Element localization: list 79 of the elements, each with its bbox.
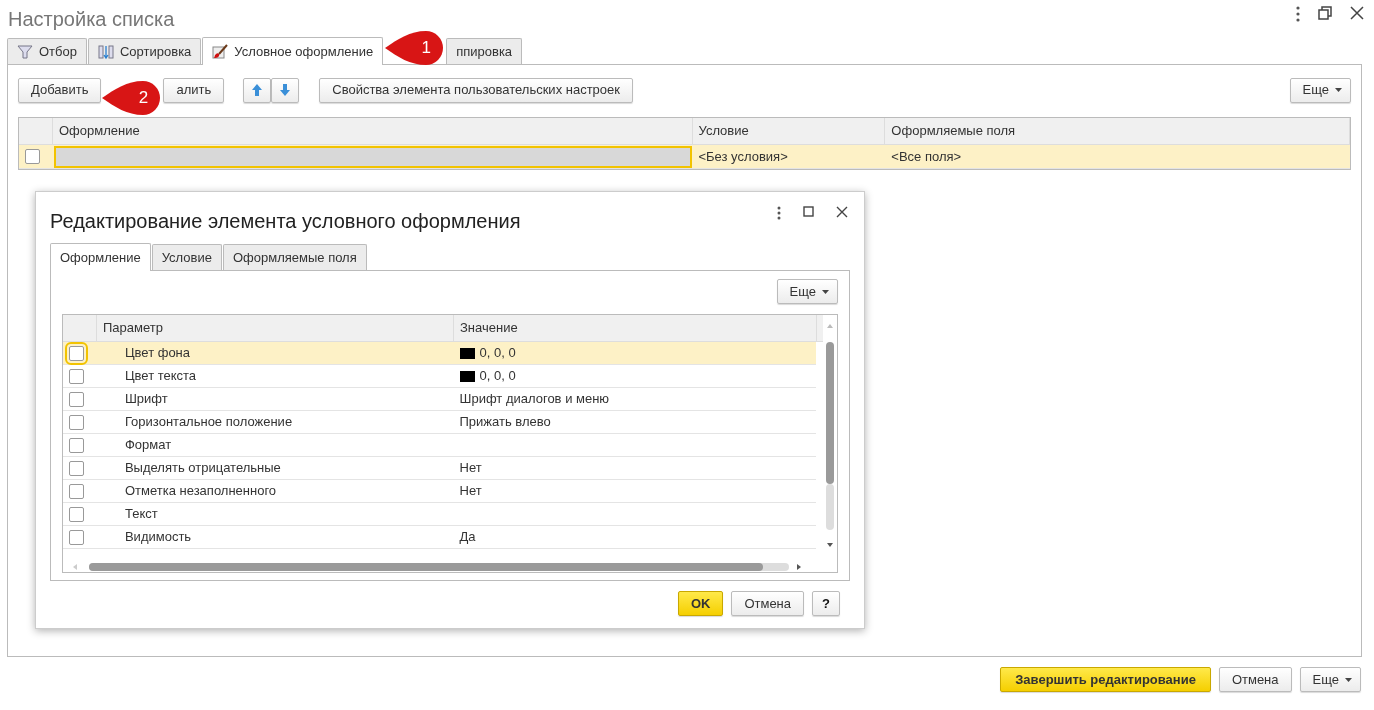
close-icon[interactable] [836, 206, 848, 218]
table-cell-text: 0, 0, 0 [479, 367, 516, 386]
column-header[interactable]: Значение [454, 315, 817, 341]
checkbox[interactable] [69, 483, 84, 499]
column-header[interactable]: Параметр [97, 315, 454, 341]
table-cell-text: 0, 0, 0 [479, 344, 516, 363]
column-header[interactable]: Условие [692, 118, 886, 144]
sort-icon [98, 43, 114, 60]
more-icon[interactable] [777, 206, 781, 220]
cancel-button[interactable]: Отмена [731, 591, 805, 616]
filter-icon [17, 43, 33, 60]
table-cell-text: Формат [123, 436, 173, 455]
caret-icon [1345, 677, 1352, 682]
table-cell-text: Нет [459, 459, 482, 478]
tab[interactable]: Оформление [50, 243, 151, 271]
caret-icon [822, 289, 829, 294]
window-title: Настройка списка [8, 7, 175, 32]
checkbox[interactable] [69, 368, 84, 384]
move-up-button[interactable] [243, 77, 272, 103]
edit-field[interactable] [54, 145, 692, 168]
table-cell-text: Горизонтальное положение [123, 413, 294, 432]
table-cell-text: Да [459, 528, 476, 547]
table-row[interactable]: Текст [63, 503, 816, 526]
more-button[interactable]: Еще [776, 279, 838, 304]
brush-icon [212, 43, 229, 60]
arrow-up-icon [251, 83, 264, 97]
close-icon[interactable] [1350, 6, 1364, 20]
checkbox[interactable] [69, 437, 84, 453]
ok-button[interactable]: OK [677, 591, 724, 616]
column-header[interactable]: Оформляемые поля [885, 118, 1350, 144]
table-row[interactable]: Цвет фона 0, 0, 0 [63, 342, 816, 365]
dialog-title: Редактирование элемента условного оформления [50, 208, 521, 234]
table-cell-text: Цвет фона [123, 344, 192, 363]
column-header[interactable]: Оформление [53, 118, 693, 144]
add-button[interactable]: Добавить [18, 77, 102, 103]
tab[interactable]: Сортировка [88, 38, 202, 64]
table-row[interactable]: Шрифт Шрифт диалогов и меню [63, 388, 816, 411]
table-row[interactable]: Цвет текста 0, 0, 0 [63, 365, 816, 388]
table-cell-text: Цвет текста [123, 367, 198, 386]
checkbox[interactable] [25, 149, 40, 164]
tab[interactable]: Условие [151, 244, 222, 270]
arrow-down-icon [279, 83, 292, 97]
tab[interactable]: Условное оформление [202, 37, 384, 65]
table-cell-text: Отметка незаполненного [123, 482, 278, 501]
help-button[interactable]: ? [812, 591, 840, 616]
checkbox[interactable] [69, 529, 84, 545]
table-cell-text: Прижать влево [459, 413, 551, 432]
table-row[interactable]: Выделять отрицательные Нет [63, 457, 816, 480]
move-down-button[interactable] [271, 77, 300, 103]
caret-icon [1335, 88, 1342, 92]
checkbox[interactable] [69, 460, 84, 476]
tab[interactable]: ппировка [446, 38, 523, 64]
tab[interactable]: Оформляемые поля [222, 244, 367, 270]
table-cell-text: Шрифт [123, 390, 169, 409]
more-button[interactable]: Еще [1289, 77, 1351, 103]
table-row[interactable]: Формат [63, 434, 816, 457]
table-row[interactable]: <Без условия> <Все поля> [19, 145, 1350, 169]
table-cell-text: <Все поля> [890, 147, 963, 166]
delete-button[interactable]: алить [163, 77, 225, 103]
more-icon[interactable] [1296, 6, 1300, 22]
table-cell-text: Видимость [123, 528, 193, 547]
table-cell-text: Выделять отрицательные [123, 459, 282, 478]
table-cell-text: Текст [123, 505, 159, 524]
table-cell-text: <Без условия> [697, 147, 789, 166]
checkbox[interactable] [69, 506, 84, 522]
restore-icon[interactable] [1318, 6, 1332, 20]
finish-button[interactable]: Завершить редактирование [1000, 667, 1211, 692]
table-cell-text: Нет [459, 482, 482, 501]
table-row[interactable]: Отметка незаполненного Нет [63, 480, 816, 503]
tab[interactable]: Отбор [7, 38, 87, 64]
properties-button[interactable]: Свойства элемента пользовательских настроек [319, 77, 633, 103]
checkbox[interactable] [69, 414, 84, 430]
table-row[interactable]: Горизонтальное положение Прижать влево [63, 411, 816, 434]
table-row[interactable]: Видимость Да [63, 526, 816, 549]
checkbox[interactable] [69, 391, 84, 407]
table-cell-text: Шрифт диалогов и меню [459, 390, 610, 409]
maximize-icon[interactable] [803, 206, 814, 217]
cancel-button[interactable]: Отмена [1218, 667, 1292, 692]
more-button[interactable]: Еще [1299, 667, 1361, 692]
